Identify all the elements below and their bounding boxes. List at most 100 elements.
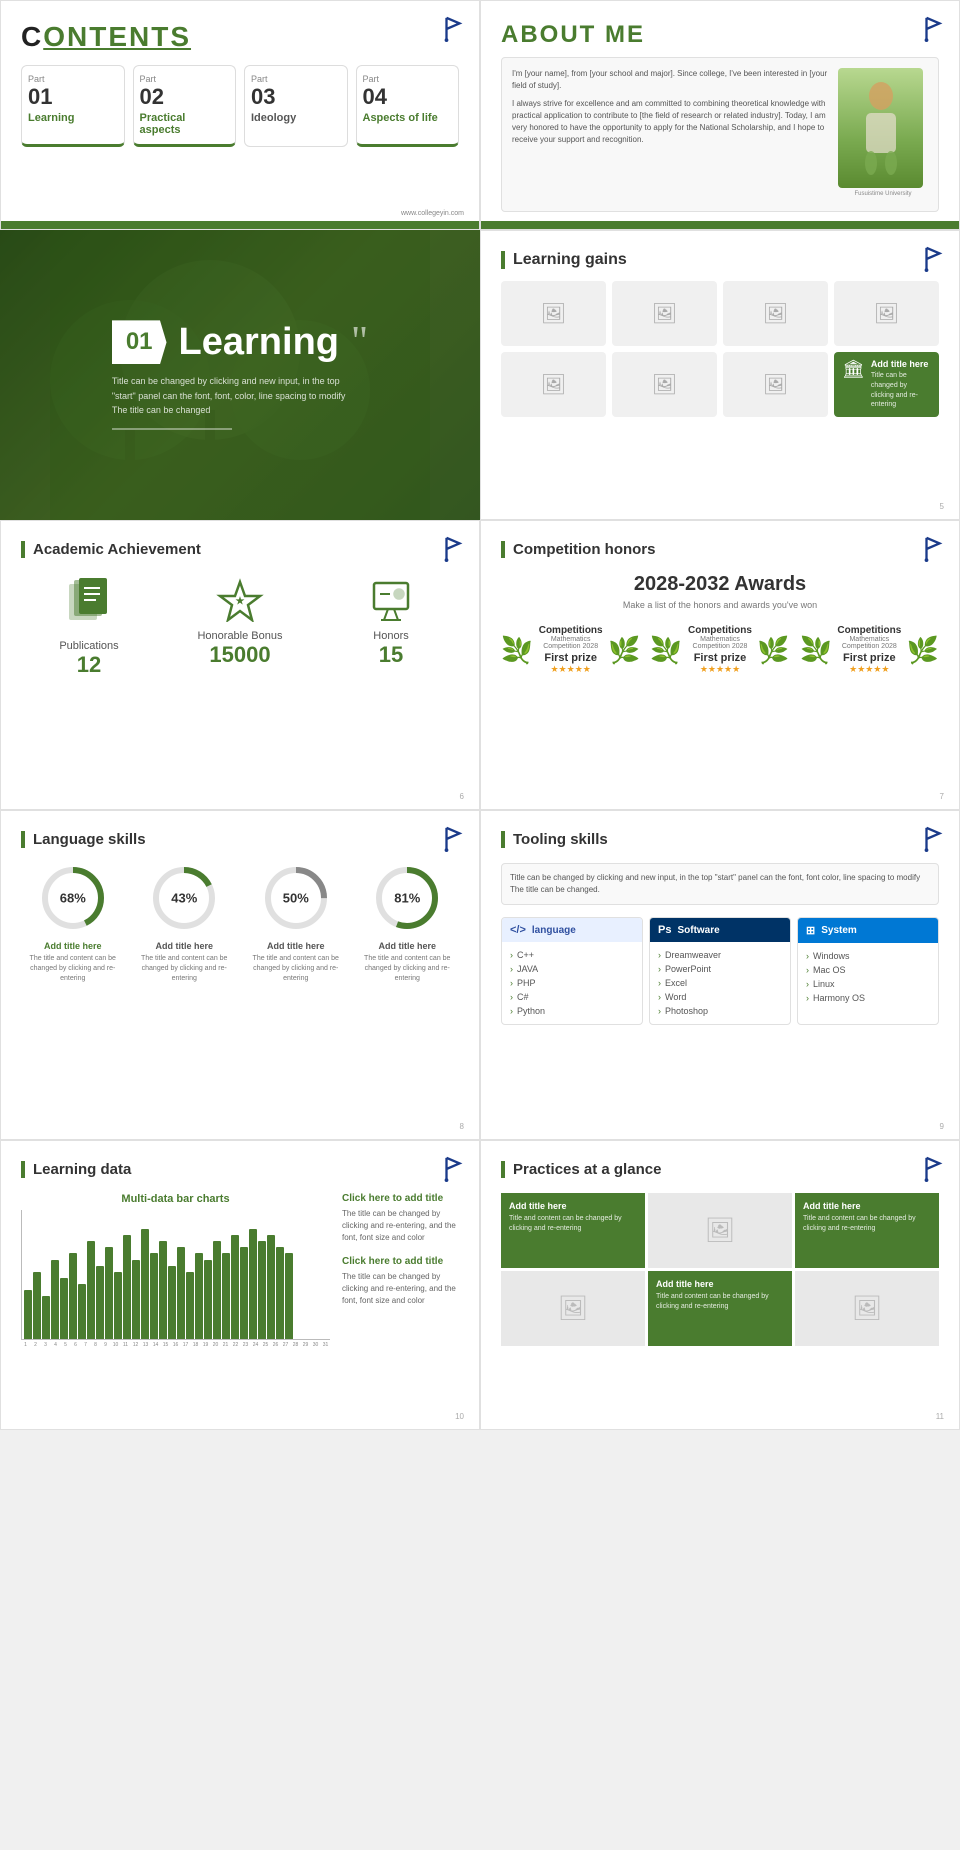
practice-title-1: Add title here	[509, 1201, 637, 1211]
bar-label-9: 10	[111, 1342, 120, 1348]
image-icon-5: 🖼	[541, 372, 566, 397]
circle-wrap-3: 50%	[261, 863, 331, 933]
svg-text:★: ★	[236, 596, 245, 607]
lang-col-title: language	[532, 925, 576, 936]
part-num-03: 03	[251, 84, 341, 110]
slide-num-7: 8	[460, 1122, 464, 1131]
bar-25	[249, 1229, 257, 1339]
chart-title: Multi-data bar charts	[21, 1193, 330, 1205]
bar-label-1: 2	[31, 1342, 40, 1348]
practices-grid: Add title here Title and content can be …	[501, 1193, 939, 1346]
bonus-value: 15000	[172, 642, 308, 668]
slide-num-6: 7	[940, 792, 944, 801]
sys-harmony: Harmony OS	[806, 991, 930, 1005]
part-card-01[interactable]: Part 01 Learning	[21, 65, 125, 147]
click-title-2[interactable]: Click here to add title	[342, 1256, 459, 1267]
bar-8	[96, 1266, 104, 1339]
image-icon-1: 🖼	[541, 301, 566, 326]
comp-prize-1: First prize	[537, 652, 604, 664]
achievement-grid: Publications 12 ★ Honorable Bonus 15000	[21, 578, 459, 678]
slide-contents: C ONTENTS Part 01 Learning Part 02 Pract…	[0, 0, 480, 230]
part-num-01: 01	[28, 84, 118, 110]
circle-label-3: Add title here	[244, 941, 348, 951]
photo-placeholder	[838, 68, 923, 188]
comp-inner-1: Competitions Mathematics Competition 202…	[537, 625, 604, 675]
part-card-02[interactable]: Part 02 Practical aspects	[133, 65, 237, 147]
stars-1: ★★★★★	[537, 664, 604, 675]
featured-building-icon: 🏛	[842, 359, 865, 380]
wreath-1: 🌿 Competitions Mathematics Competition 2…	[501, 625, 640, 675]
competition-grid: 🌿 Competitions Mathematics Competition 2…	[501, 625, 939, 675]
bonus-icon: ★	[172, 578, 308, 622]
logo-flag	[442, 16, 464, 42]
logo-flag-data	[442, 1156, 464, 1182]
lang-circle-1: 68% Add title here The title and content…	[21, 863, 125, 983]
part-label-01: Part	[28, 74, 118, 84]
bar-label-3: 4	[51, 1342, 60, 1348]
publications-value: 12	[21, 652, 157, 678]
circle-wrap-1: 68%	[38, 863, 108, 933]
gain-item-3: 🖼	[723, 281, 828, 346]
comp-item-2: 🌿 Competitions Mathematics Competition 2…	[650, 625, 789, 675]
bar-label-25: 26	[271, 1342, 280, 1348]
comp-prize-3: First prize	[836, 652, 903, 664]
bar-label-27: 28	[291, 1342, 300, 1348]
circle-wrap-2: 43%	[149, 863, 219, 933]
practice-image-icon-1: 🖼	[705, 1216, 735, 1245]
lang-items: C++ JAVA PHP C# Python	[502, 942, 642, 1024]
logo-flag-competition	[922, 536, 944, 562]
bar-label-11: 12	[131, 1342, 140, 1348]
lang-csharp: C#	[510, 990, 634, 1004]
bar-7	[87, 1241, 95, 1339]
bonus-label: Honorable Bonus	[172, 630, 308, 642]
part-num-04: 04	[363, 84, 453, 110]
bar-10	[114, 1272, 122, 1339]
part-label-03: Part	[251, 74, 341, 84]
bar-label-12: 13	[141, 1342, 150, 1348]
bar-chart-bars	[21, 1210, 330, 1340]
bar-14	[150, 1253, 158, 1339]
slide-learning: 01 Learning " Title can be changed by cl…	[0, 230, 480, 520]
gains-section-title: Learning gains	[501, 251, 939, 269]
part-label-04: Part	[363, 74, 453, 84]
bar-17	[177, 1247, 185, 1339]
lang-java: JAVA	[510, 962, 634, 976]
sys-items: Windows Mac OS Linux Harmony OS	[798, 943, 938, 1011]
part-card-03[interactable]: Part 03 Ideology	[244, 65, 348, 147]
about-content-box: I'm [your name], from [your school and m…	[501, 57, 939, 212]
image-icon-7: 🖼	[763, 372, 788, 397]
about-title: ABOUT ME	[501, 21, 939, 49]
ach-honors: Honors 15	[323, 578, 459, 678]
part-num-02: 02	[140, 84, 230, 110]
bar-16	[168, 1266, 176, 1339]
part-name-02: Practical aspects	[140, 112, 230, 136]
wreath-left-1: 🌿	[501, 635, 533, 666]
slide-language: Language skills 68% Add title here The t…	[0, 810, 480, 1140]
chart-area: Multi-data bar charts 123456789101112131…	[21, 1193, 330, 1348]
bar-9	[105, 1247, 113, 1339]
circle-desc-4: The title and content can be changed by …	[356, 954, 460, 983]
contents-title: C	[21, 21, 43, 53]
slide-num-10: 11	[936, 1412, 944, 1421]
bar-12	[132, 1260, 140, 1339]
competition-subtitle: Make a list of the honors and awards you…	[501, 600, 939, 610]
honors-label: Honors	[323, 630, 459, 642]
gain-item-featured[interactable]: 🏛 Add title here Title can be changed by…	[834, 352, 939, 417]
tool-grid: </> language C++ JAVA PHP C# Python Ps S…	[501, 917, 939, 1025]
part-name-03: Ideology	[251, 112, 341, 124]
tool-header-lang: </> language	[502, 918, 642, 942]
bar-5	[69, 1253, 77, 1339]
lang-circle-3: 50% Add title here The title and content…	[244, 863, 348, 983]
practice-title-2: Add title here	[803, 1201, 931, 1211]
bar-24	[240, 1247, 248, 1339]
click-title-1[interactable]: Click here to add title	[342, 1193, 459, 1204]
bar-label-26: 27	[281, 1342, 290, 1348]
slide-learning-data: Learning data Multi-data bar charts 1234…	[0, 1140, 480, 1430]
lang-circle-2: 43% Add title here The title and content…	[133, 863, 237, 983]
circle-wrap-4: 81%	[372, 863, 442, 933]
green-bottom-bar	[1, 221, 479, 229]
wreath-left-2: 🌿	[650, 635, 682, 666]
circle-desc-2: The title and content can be changed by …	[133, 954, 237, 983]
bar-label-19: 20	[211, 1342, 220, 1348]
part-card-04[interactable]: Part 04 Aspects of life	[356, 65, 460, 147]
